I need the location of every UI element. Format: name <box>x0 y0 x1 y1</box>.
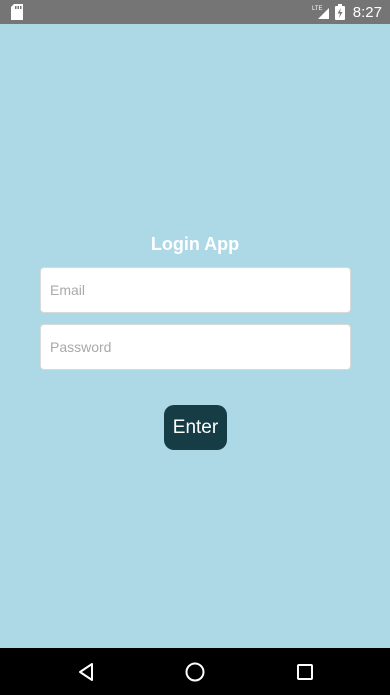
enter-button[interactable]: Enter <box>164 405 227 450</box>
status-icons: LTE 8:27 <box>312 0 382 24</box>
status-bar: LTE 8:27 <box>0 0 390 24</box>
back-triangle-icon <box>79 662 93 681</box>
battery-charging-icon <box>334 4 345 20</box>
back-button[interactable] <box>56 648 116 695</box>
app-title: Login App <box>150 234 240 254</box>
email-field[interactable] <box>40 267 351 313</box>
password-field[interactable] <box>40 324 351 370</box>
signal-icon: LTE <box>312 6 329 19</box>
status-time: 8:27 <box>352 3 382 21</box>
login-screen: Login App Enter <box>0 24 390 648</box>
home-circle-icon <box>185 662 205 681</box>
recents-button[interactable] <box>275 648 335 695</box>
network-type-label: LTE <box>312 6 323 12</box>
home-button[interactable] <box>165 648 225 695</box>
recents-square-icon <box>297 663 313 680</box>
navigation-bar <box>0 648 390 695</box>
sd-card-icon <box>10 4 24 20</box>
